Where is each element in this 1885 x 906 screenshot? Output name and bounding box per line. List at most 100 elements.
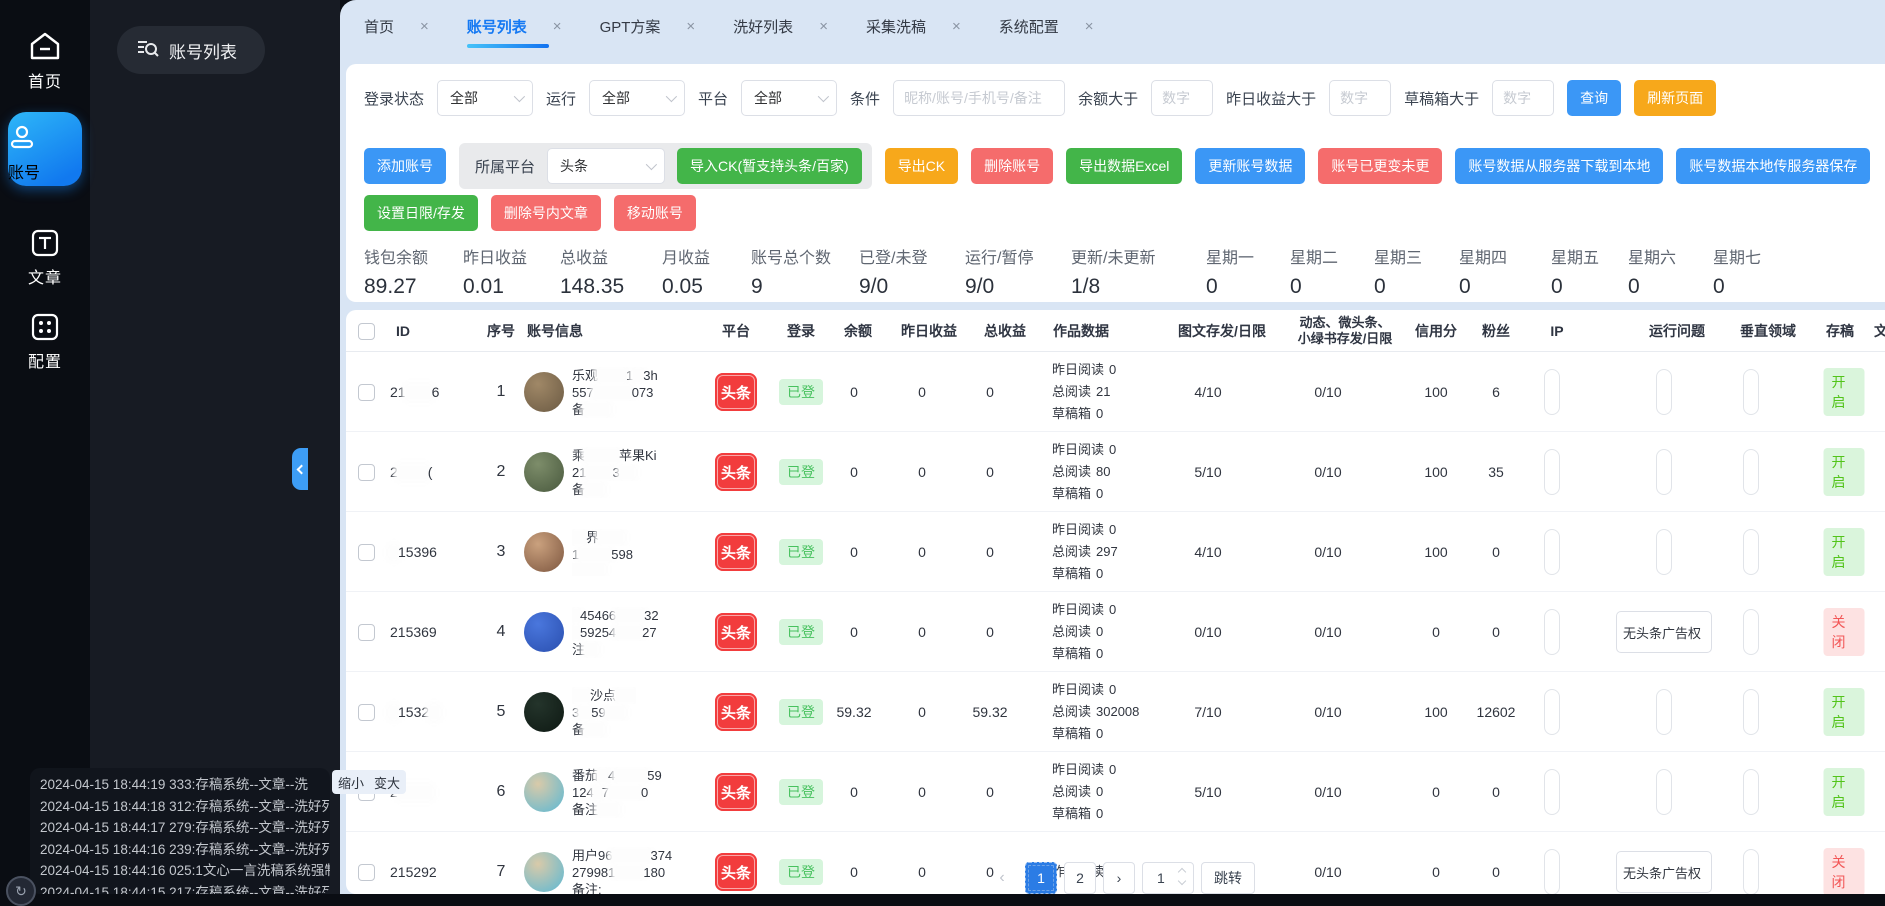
delete-account-button[interactable]: 删除账号: [971, 148, 1053, 184]
chevron-down-icon[interactable]: [1178, 877, 1186, 885]
cell-credit-score: 100: [1424, 672, 1447, 752]
chevron-up-icon[interactable]: [1178, 868, 1186, 876]
run-issue-box[interactable]: 无头条广告权: [1616, 851, 1712, 893]
pagination-page-2[interactable]: 2: [1064, 862, 1096, 894]
vertical-field-input[interactable]: [1743, 769, 1759, 815]
tab-账号列表[interactable]: 账号列表×: [467, 16, 562, 37]
run-issue-input[interactable]: [1656, 769, 1672, 815]
pagination-jump-button[interactable]: 跳转: [1201, 862, 1255, 894]
row-checkbox[interactable]: [358, 384, 375, 401]
move-account-button[interactable]: 移动账号: [614, 195, 696, 231]
close-icon[interactable]: ×: [686, 18, 695, 35]
log-zoom-in-button[interactable]: 变大: [374, 773, 400, 792]
export-excel-button[interactable]: 导出数据Excel: [1066, 148, 1182, 184]
delete-articles-button[interactable]: 删除号内文章: [491, 195, 601, 231]
ip-input[interactable]: [1544, 769, 1560, 815]
ip-input[interactable]: [1544, 369, 1560, 415]
row-checkbox[interactable]: [358, 864, 375, 881]
select-all-checkbox[interactable]: [358, 323, 375, 340]
vertical-field-input[interactable]: [1743, 689, 1759, 735]
ip-input[interactable]: [1544, 529, 1560, 575]
sidebar-item-account[interactable]: 账号: [8, 112, 82, 186]
vertical-field-input[interactable]: [1743, 609, 1759, 655]
query-button[interactable]: 查询: [1567, 80, 1621, 116]
ip-input[interactable]: [1544, 449, 1560, 495]
login-status-select[interactable]: 全部: [437, 80, 533, 116]
draft-gt-input[interactable]: [1492, 80, 1554, 116]
balance-gt-input[interactable]: [1151, 80, 1213, 116]
sidebar-item-home[interactable]: 首页: [0, 30, 90, 92]
close-icon[interactable]: ×: [952, 18, 961, 35]
tab-label: 洗好列表: [733, 16, 793, 37]
works-label: 昨日阅读: [1052, 359, 1104, 381]
row-checkbox[interactable]: [358, 464, 375, 481]
close-icon[interactable]: ×: [819, 18, 828, 35]
pagination-page-input[interactable]: 1: [1142, 862, 1194, 894]
run-issue-input[interactable]: [1656, 449, 1672, 495]
import-ck-button[interactable]: 导入CK(暂支持头条/百家): [677, 148, 862, 184]
vertical-field-input[interactable]: [1743, 449, 1759, 495]
close-icon[interactable]: ×: [553, 18, 562, 35]
chevron-down-icon: [646, 159, 657, 170]
censor-block: [579, 706, 591, 719]
cell-image-daily-limit: 5/10: [1194, 752, 1221, 832]
yesterday-gt-input[interactable]: [1329, 80, 1391, 116]
works-line: 昨日阅读0: [1052, 519, 1118, 541]
add-account-button[interactable]: 添加账号: [364, 148, 446, 184]
menu-item-account-list[interactable]: 账号列表: [117, 26, 265, 74]
sidebar-item-config[interactable]: 配置: [0, 312, 90, 372]
row-checkbox-cell: [358, 432, 375, 512]
close-icon[interactable]: ×: [420, 18, 429, 35]
log-zoom-out-button[interactable]: 缩小: [338, 773, 364, 792]
platform-select[interactable]: 全部: [741, 80, 837, 116]
pagination-prev-button[interactable]: ‹: [986, 862, 1018, 894]
cell-vertical-field: [1743, 832, 1759, 894]
cell-vertical-field: [1743, 672, 1759, 752]
vertical-field-input[interactable]: [1743, 529, 1759, 575]
tab-采集洗稿[interactable]: 采集洗稿×: [866, 16, 961, 37]
censor-block: [615, 769, 647, 782]
text-fragment: 界: [586, 529, 599, 546]
cell-store-status: 开启: [1824, 352, 1865, 432]
ip-input[interactable]: [1544, 849, 1560, 894]
download-to-local-button[interactable]: 账号数据从服务器下载到本地: [1455, 148, 1663, 184]
pagination-page-1[interactable]: 1: [1025, 862, 1057, 894]
works-label: 总阅读: [1052, 621, 1091, 643]
row-checkbox[interactable]: [358, 704, 375, 721]
condition-input[interactable]: [893, 80, 1065, 116]
works-line: 昨日阅读0: [1052, 439, 1116, 461]
table-row: 2(2乘苹果Ki213备头条已登000昨日阅读0总阅读80草稿箱05/100/1…: [346, 432, 1885, 512]
tab-首页[interactable]: 首页×: [364, 16, 429, 37]
run-issue-box[interactable]: 无头条广告权: [1616, 611, 1712, 653]
export-ck-button[interactable]: 导出CK: [885, 148, 958, 184]
run-issue-input[interactable]: [1656, 529, 1672, 575]
pagination-next-button[interactable]: ›: [1103, 862, 1135, 894]
close-icon[interactable]: ×: [1085, 18, 1094, 35]
cell-balance: 0: [850, 352, 858, 432]
refresh-page-button[interactable]: 刷新页面: [1634, 80, 1716, 116]
row-checkbox[interactable]: [358, 624, 375, 641]
vertical-field-input[interactable]: [1743, 369, 1759, 415]
row-checkbox[interactable]: [358, 544, 375, 561]
vertical-field-input[interactable]: [1743, 849, 1759, 894]
tab-GPT方案[interactable]: GPT方案 ×: [600, 16, 696, 37]
ip-input[interactable]: [1544, 609, 1560, 655]
cell-seq: 1: [477, 352, 525, 432]
update-account-data-button[interactable]: 更新账号数据: [1195, 148, 1305, 184]
run-issue-input[interactable]: [1656, 369, 1672, 415]
tab-label: GPT方案: [600, 16, 661, 37]
works-value: 0: [1109, 599, 1116, 621]
ip-input[interactable]: [1544, 689, 1560, 735]
cell-ip: [1544, 432, 1560, 512]
sidebar-item-article[interactable]: 文章: [0, 228, 90, 288]
corner-clock-button[interactable]: ↻: [6, 876, 36, 906]
panel-collapse-handle[interactable]: [292, 448, 308, 490]
changed-not-updated-button[interactable]: 账号已更变未更: [1318, 148, 1442, 184]
platform-group-select[interactable]: 头条: [547, 148, 665, 184]
tab-系统配置[interactable]: 系统配置×: [999, 16, 1094, 37]
tab-洗好列表[interactable]: 洗好列表 ×: [733, 16, 828, 37]
run-select[interactable]: 全部: [589, 80, 685, 116]
set-daily-limit-button[interactable]: 设置日限/存发: [364, 195, 478, 231]
run-issue-input[interactable]: [1656, 689, 1672, 735]
upload-to-server-button[interactable]: 账号数据本地传服务器保存: [1676, 148, 1870, 184]
